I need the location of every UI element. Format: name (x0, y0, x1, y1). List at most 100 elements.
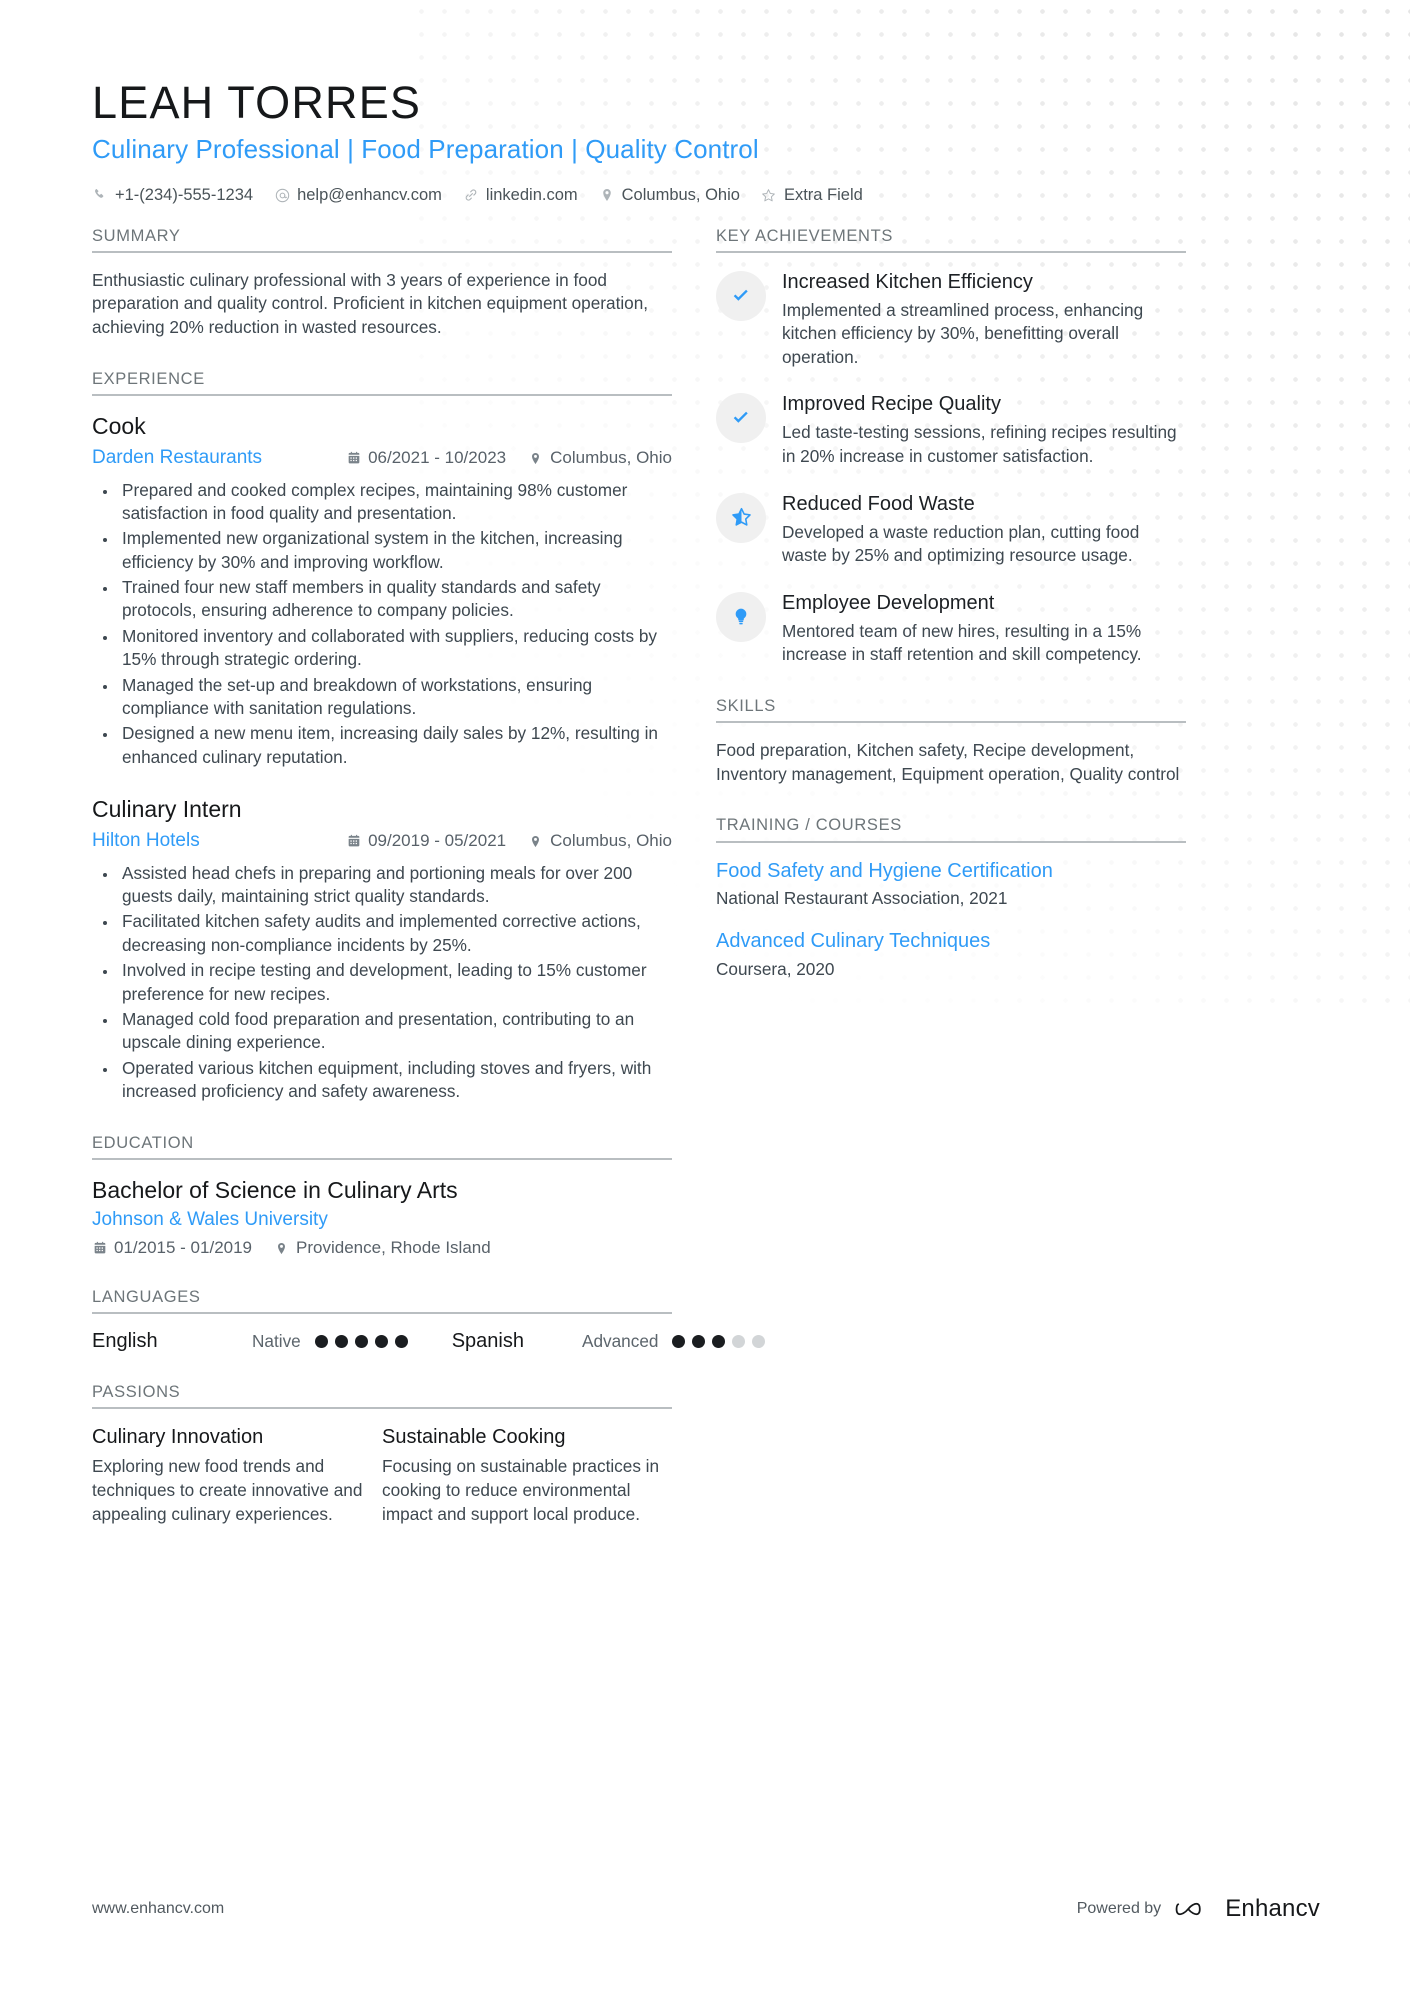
brand-name: Enhancv (1225, 1895, 1320, 1922)
contact-email-text: help@enhancv.com (297, 185, 442, 204)
rating-dot-empty (752, 1335, 766, 1349)
section-title-summary: SUMMARY (92, 226, 181, 245)
languages-row: English Native Spanish Advanced (92, 1330, 766, 1353)
achievement-badge (716, 270, 766, 321)
job-role: Culinary Intern (92, 796, 242, 823)
rating-dot-filled (692, 1335, 706, 1349)
experience-entry: Culinary Intern Hilton Hotels 09/2019 - … (92, 795, 672, 1103)
calendar-icon (346, 451, 361, 466)
language-name: English (92, 1330, 158, 1353)
contact-location[interactable]: Columbus, Ohio (599, 186, 740, 205)
education-degree: Bachelor of Science in Culinary Arts (92, 1176, 458, 1203)
achievement-badge (716, 393, 766, 444)
list-item: Facilitated kitchen safety audits and im… (118, 910, 672, 957)
language-name: Spanish (451, 1330, 524, 1353)
job-bullets: Assisted head chefs in preparing and por… (92, 862, 672, 1104)
passion-item: Culinary Innovation Exploring new food t… (92, 1425, 382, 1526)
calendar-icon (92, 1241, 107, 1256)
columns-wrapper: SUMMARY Enthusiastic culinary profession… (92, 227, 1320, 1527)
passion-title: Sustainable Cooking (382, 1426, 566, 1449)
experience-entry: Cook Darden Restaurants 06/2021 - 10/202… (92, 412, 672, 769)
language-rating-dots (672, 1335, 766, 1349)
summary-text: Enthusiastic culinary professional with … (92, 269, 649, 338)
contact-link[interactable]: linkedin.com (463, 186, 578, 205)
section-title-passions: PASSIONS (92, 1383, 181, 1402)
contact-phone-text: +1-(234)-555-1234 (115, 185, 254, 204)
section-languages: LANGUAGES English Native Spanish Advance… (92, 1288, 766, 1353)
course-provider: Coursera, 2020 (716, 959, 835, 980)
link-icon (463, 187, 479, 203)
right-column: KEY ACHIEVEMENTS Increased Kitchen Effic… (716, 227, 1186, 981)
achievement-text: Employee Development Mentored team of ne… (782, 590, 1186, 667)
achievement-description: Led taste-testing sessions, refining rec… (782, 422, 1177, 466)
achievement-title: Increased Kitchen Efficiency (782, 270, 1033, 293)
job-bullets: Prepared and cooked complex recipes, mai… (92, 479, 672, 770)
phone-icon (92, 187, 108, 203)
page-title: LEAH TORRES (92, 77, 422, 128)
achievement-description: Developed a waste reduction plan, cuttin… (782, 521, 1140, 566)
achievement-item: Increased Kitchen Efficiency Implemented… (716, 269, 1186, 370)
education-school[interactable]: Johnson & Wales University (92, 1209, 328, 1230)
section-education: EDUCATION Bachelor of Science in Culinar… (92, 1134, 672, 1259)
achievement-text: Improved Recipe Quality Led taste-testin… (782, 391, 1186, 468)
job-meta: Hilton Hotels 09/2019 - 05/2021 Columbus… (92, 829, 672, 854)
course-name[interactable]: Food Safety and Hygiene Certification (716, 859, 1186, 885)
professional-headline: Culinary Professional | Food Preparation… (92, 134, 759, 165)
achievement-text: Increased Kitchen Efficiency Implemented… (782, 269, 1186, 370)
passion-item: Sustainable Cooking Focusing on sustaina… (382, 1425, 672, 1526)
contact-email[interactable]: help@enhancv.com (274, 186, 442, 205)
section-training-courses: TRAINING / COURSES Food Safety and Hygie… (716, 816, 1186, 980)
list-item: Operated various kitchen equipment, incl… (118, 1057, 672, 1104)
footer-website-url[interactable]: www.enhancv.com (92, 1900, 224, 1918)
list-item: Assisted head chefs in preparing and por… (118, 862, 672, 909)
achievement-description: Implemented a streamlined process, enhan… (782, 299, 1144, 367)
achievement-title: Improved Recipe Quality (782, 393, 1001, 416)
passions-grid: Culinary Innovation Exploring new food t… (92, 1425, 672, 1526)
language-level: Native (252, 1331, 301, 1352)
education-dates-text: 01/2015 - 01/2019 (114, 1238, 253, 1258)
achievement-text: Reduced Food Waste Developed a waste red… (782, 491, 1186, 568)
section-title-experience: EXPERIENCE (92, 369, 205, 388)
education-location-text: Providence, Rhode Island (296, 1238, 491, 1258)
contact-phone[interactable]: +1-(234)-555-1234 (92, 186, 253, 205)
course-item: Food Safety and Hygiene Certification Na… (716, 859, 1186, 910)
section-title-key-achievements: KEY ACHIEVEMENTS (716, 226, 893, 245)
brand-logo[interactable]: Enhancv (1174, 1895, 1320, 1923)
contact-row: +1-(234)-555-1234 help@enhancv.com linke… (92, 186, 1320, 205)
job-company[interactable]: Hilton Hotels (92, 829, 200, 854)
language-item-english: English Native (92, 1330, 408, 1353)
location-pin-icon (528, 451, 543, 466)
section-title-languages: LANGUAGES (92, 1288, 201, 1307)
course-name[interactable]: Advanced Culinary Techniques (716, 929, 1186, 955)
check-icon (730, 285, 752, 307)
rating-dot-empty (732, 1335, 746, 1349)
achievement-title: Employee Development (782, 591, 995, 614)
job-location: Columbus, Ohio (528, 831, 672, 851)
lightbulb-icon (731, 607, 751, 627)
skills-text: Food preparation, Kitchen safety, Recipe… (716, 739, 1180, 784)
footer-branding: Powered by Enhancv (1077, 1895, 1320, 1923)
passion-description: Focusing on sustainable practices in coo… (382, 1456, 660, 1524)
language-rating-dots (314, 1335, 408, 1349)
job-role: Cook (92, 413, 146, 440)
achievement-title: Reduced Food Waste (782, 492, 975, 515)
contact-link-text: linkedin.com (485, 185, 578, 204)
list-item: Prepared and cooked complex recipes, mai… (118, 479, 672, 526)
location-pin-icon (274, 1241, 289, 1256)
achievement-badge (716, 492, 766, 543)
job-location-text: Columbus, Ohio (550, 448, 672, 468)
star-outline-icon (761, 187, 777, 203)
rating-dot-filled (314, 1335, 328, 1349)
job-dates-text: 06/2021 - 10/2023 (368, 448, 507, 468)
contact-extra-field[interactable]: Extra Field (761, 186, 863, 205)
calendar-icon (346, 834, 361, 849)
rating-dot-filled (712, 1335, 726, 1349)
passion-description: Exploring new food trends and techniques… (92, 1456, 363, 1524)
list-item: Managed the set-up and breakdown of work… (118, 674, 672, 721)
rating-dot-filled (672, 1335, 686, 1349)
page-footer: www.enhancv.com Powered by Enhancv (92, 1895, 1320, 1923)
job-company[interactable]: Darden Restaurants (92, 446, 262, 471)
email-icon (274, 187, 290, 203)
achievement-item: Improved Recipe Quality Led taste-testin… (716, 391, 1186, 468)
education-meta: 01/2015 - 01/2019 Providence, Rhode Isla… (92, 1238, 672, 1258)
